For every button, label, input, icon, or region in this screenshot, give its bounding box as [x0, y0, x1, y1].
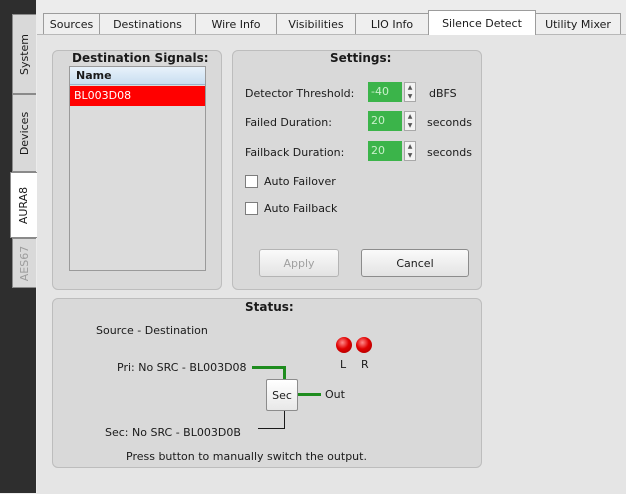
settings-title: Settings:	[327, 51, 395, 65]
manual-switch-hint: Press button to manually switch the outp…	[126, 450, 367, 463]
primary-source-label: Pri: No SRC - BL003D08	[117, 361, 247, 374]
auto-failover-checkbox[interactable]	[245, 175, 258, 188]
failed-duration-spinner[interactable]: 20 ▲ ▼	[368, 111, 416, 131]
failback-duration-label: Failback Duration:	[245, 146, 345, 159]
led-right-label: R	[361, 358, 369, 371]
tab-label: Wire Info	[211, 17, 261, 31]
side-tab-strip: System Devices AURA8 AES67	[0, 0, 37, 493]
list-item[interactable]: BL003D08	[70, 86, 205, 106]
destination-list[interactable]: Name BL003D08	[69, 66, 206, 271]
failback-duration-unit: seconds	[427, 146, 472, 159]
auto-failover-label: Auto Failover	[264, 175, 336, 188]
tab-utility-mixer[interactable]: Utility Mixer	[535, 13, 621, 34]
destination-signals-title: Destination Signals:	[69, 51, 212, 65]
tab-destinations[interactable]: Destinations	[99, 13, 196, 34]
auto-failback-label: Auto Failback	[264, 202, 338, 215]
source-destination-label: Source - Destination	[96, 324, 208, 337]
tab-visibilities[interactable]: Visibilities	[276, 13, 356, 34]
detector-threshold-label: Detector Threshold:	[245, 87, 355, 100]
tab-silence-detect[interactable]: Silence Detect	[428, 10, 536, 35]
sec-switch-button[interactable]: Sec	[266, 379, 298, 411]
detector-threshold-spinner[interactable]: -40 ▲ ▼	[368, 82, 416, 102]
failed-duration-label: Failed Duration:	[245, 116, 332, 129]
side-tab-devices[interactable]: Devices	[12, 94, 36, 172]
tab-label: Sources	[49, 17, 94, 31]
tab-sources[interactable]: Sources	[43, 13, 100, 34]
side-tab-aura8[interactable]: AURA8	[10, 172, 37, 238]
primary-connector-drop	[283, 366, 286, 380]
tab-label: Silence Detect	[442, 16, 522, 30]
spinner-arrows-icon[interactable]: ▲ ▼	[404, 111, 416, 131]
tab-wire-info[interactable]: Wire Info	[195, 13, 277, 34]
spinner-value[interactable]: 20	[368, 111, 402, 131]
side-tab-label: AES67	[18, 245, 31, 281]
cancel-button[interactable]: Cancel	[361, 249, 469, 277]
detector-threshold-unit: dBFS	[429, 87, 457, 100]
spinner-value[interactable]: 20	[368, 141, 402, 161]
tab-label: Destinations	[113, 17, 182, 31]
list-column-header[interactable]: Name	[70, 67, 205, 85]
side-tab-label: System	[18, 33, 31, 75]
failback-duration-spinner[interactable]: 20 ▲ ▼	[368, 141, 416, 161]
led-left-label: L	[340, 358, 347, 371]
spinner-arrows-icon[interactable]: ▲ ▼	[404, 82, 416, 102]
right-led-icon	[356, 337, 372, 353]
auto-failback-checkbox[interactable]	[245, 202, 258, 215]
tab-lio-info[interactable]: LIO Info	[355, 13, 429, 34]
primary-connector-line	[252, 366, 285, 369]
output-connector-line	[297, 393, 321, 396]
output-label: Out	[325, 388, 345, 401]
failed-duration-unit: seconds	[427, 116, 472, 129]
apply-button[interactable]: Apply	[259, 249, 339, 277]
side-tab-aes67[interactable]: AES67	[12, 238, 36, 288]
spinner-arrows-icon[interactable]: ▲ ▼	[404, 141, 416, 161]
side-tab-system[interactable]: System	[12, 14, 36, 94]
tab-label: LIO Info	[370, 17, 414, 31]
secondary-connector-line	[258, 428, 285, 429]
tab-label: Utility Mixer	[545, 17, 611, 31]
secondary-connector-rise	[284, 411, 285, 429]
tab-label: Visibilities	[288, 17, 344, 31]
side-tab-label: Devices	[18, 111, 32, 155]
secondary-source-label: Sec: No SRC - BL003D0B	[105, 426, 241, 439]
left-led-icon	[336, 337, 352, 353]
status-title: Status:	[242, 300, 297, 314]
side-tab-label: AURA8	[17, 186, 31, 224]
spinner-value[interactable]: -40	[368, 82, 402, 102]
